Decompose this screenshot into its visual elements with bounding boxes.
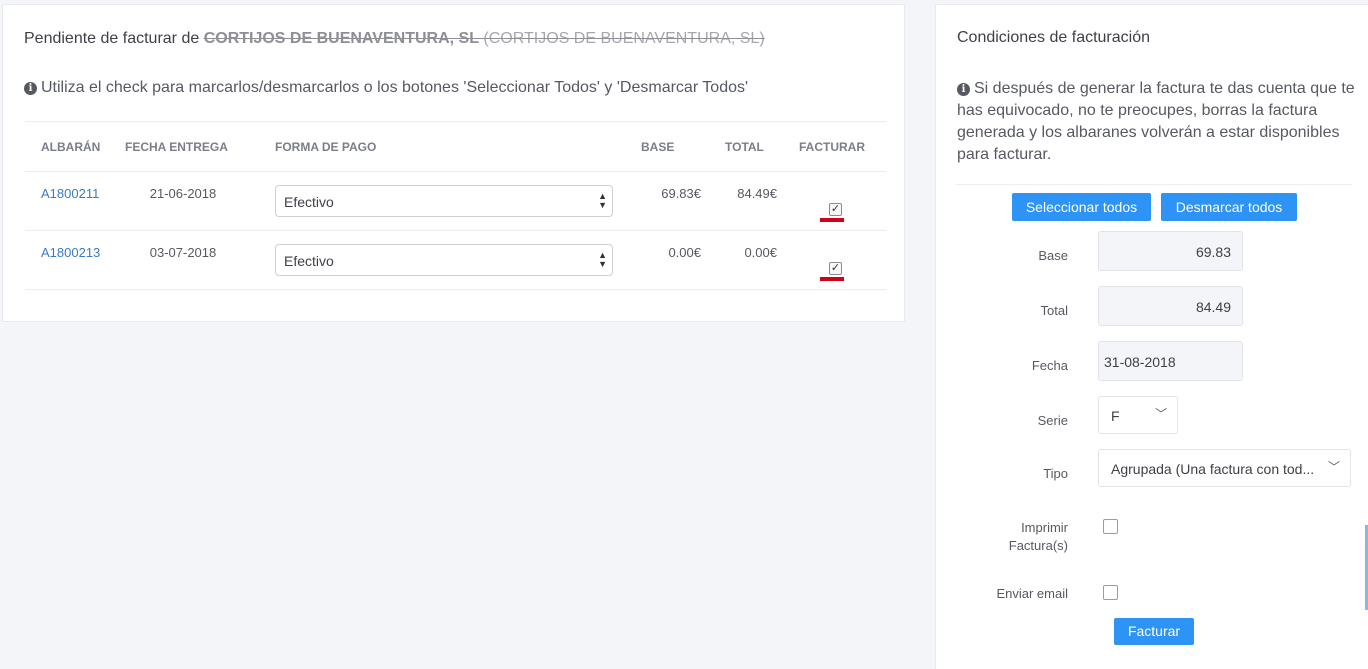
red-underline-marker <box>820 277 844 281</box>
tipo-label: Tipo <box>1043 466 1068 481</box>
table-header-row: ALBARÁN FECHA ENTREGA FORMA DE PAGO BASE… <box>25 121 886 172</box>
base-cell: 69.83€ <box>623 171 701 231</box>
col-albaran: ALBARÁN <box>25 121 125 172</box>
select-arrows-icon: ▲ ▼ <box>598 250 607 269</box>
facturar-button[interactable]: Facturar <box>1114 618 1194 645</box>
customer-bold-name: CORTIJOS DE BUENAVENTURA, SL <box>203 30 479 47</box>
check-icon: ✓ <box>830 262 841 274</box>
fecha-label: Fecha <box>1031 358 1068 373</box>
divider <box>956 184 1352 185</box>
billing-conditions-panel: Condiciones de facturación i Si después d… <box>935 4 1368 669</box>
albaran-cell: A1800213 <box>25 230 125 290</box>
col-forma-pago: FORMA DE PAGO <box>261 121 623 172</box>
email-checkbox[interactable] <box>1103 585 1118 600</box>
customer-paren-name: (CORTIJOS DE BUENAVENTURA, SL) <box>483 30 765 47</box>
info-text: Si después de generar la factura te das … <box>957 80 1355 163</box>
tipo-value: Agrupada (Una factura con tod... <box>1111 461 1315 477</box>
facturar-checkbox-wrap: ✓ <box>820 259 844 281</box>
col-fecha-entrega: FECHA ENTREGA <box>125 121 261 172</box>
payment-method-select[interactable]: Efectivo ▲ ▼ <box>275 244 613 276</box>
tipo-select[interactable]: Agrupada (Una factura con tod... ﹀ <box>1098 449 1351 487</box>
fecha-cell: 21-06-2018 <box>125 171 261 231</box>
col-base: BASE <box>623 121 701 172</box>
facturar-checkbox[interactable]: ✓ <box>829 262 842 275</box>
facturar-checkbox-wrap: ✓ <box>820 200 844 222</box>
col-facturar: FACTURAR <box>779 121 886 172</box>
serie-value: F <box>1111 408 1120 424</box>
imprimir-label-line1: Imprimir <box>1021 520 1068 535</box>
info-message: i Si después de generar la factura te das… <box>957 78 1357 166</box>
base-field: 69.83 <box>1098 231 1243 271</box>
table-row: A1800211 21-06-2018 Efectivo ▲ ▼ 69.83€ 8… <box>25 171 886 231</box>
facturar-cell: ✓ <box>779 171 886 231</box>
albaran-link[interactable]: A1800213 <box>41 245 100 260</box>
chevron-down-icon: ﹀ <box>1327 460 1340 474</box>
info-message: i Utiliza el check para marcarlos/desmarc… <box>24 79 748 97</box>
imprimir-checkbox[interactable] <box>1103 519 1118 534</box>
payment-method-value: Efectivo <box>284 194 334 210</box>
total-field: 84.49 <box>1098 286 1243 326</box>
customer-name: CORTIJOS DE BUENAVENTURA, SL (CORTIJOS D… <box>204 30 765 47</box>
delivery-notes-table: ALBARÁN FECHA ENTREGA FORMA DE PAGO BASE… <box>25 121 886 290</box>
total-label: Total <box>1040 303 1068 318</box>
select-all-button[interactable]: Seleccionar todos <box>1012 193 1151 221</box>
email-label: Enviar email <box>996 586 1068 601</box>
facturar-cell: ✓ <box>779 230 886 290</box>
chevron-down-icon: ﹀ <box>1154 407 1167 421</box>
serie-label: Serie <box>1037 413 1068 428</box>
pending-invoice-panel: Pendiente de facturar de CORTIJOS DE BUE… <box>2 4 905 322</box>
albaran-cell: A1800211 <box>25 171 125 231</box>
albaran-link[interactable]: A1800211 <box>41 186 99 201</box>
panel-title: Pendiente de facturar de CORTIJOS DE BUE… <box>24 30 765 48</box>
forma-cell: Efectivo ▲ ▼ <box>261 171 623 231</box>
base-label: Base <box>1038 248 1068 263</box>
serie-select[interactable]: F ﹀ <box>1098 396 1178 434</box>
fecha-cell: 03-07-2018 <box>125 230 261 290</box>
base-cell: 0.00€ <box>623 230 701 290</box>
check-icon: ✓ <box>830 203 841 215</box>
payment-method-select[interactable]: Efectivo ▲ ▼ <box>275 185 613 217</box>
imprimir-label: Imprimir Factura(s) <box>948 519 1068 555</box>
fecha-field[interactable]: 31-08-2018 <box>1098 341 1243 381</box>
title-prefix: Pendiente de facturar de <box>24 30 200 47</box>
deselect-all-button[interactable]: Desmarcar todos <box>1161 193 1297 221</box>
payment-method-value: Efectivo <box>284 253 334 269</box>
red-underline-marker <box>820 218 844 222</box>
info-circle-icon: i <box>957 83 970 96</box>
info-circle-icon: i <box>24 82 37 95</box>
info-text: Utiliza el check para marcarlos/desmarca… <box>41 79 749 96</box>
total-cell: 0.00€ <box>701 230 779 290</box>
col-total: TOTAL <box>701 121 779 172</box>
total-cell: 84.49€ <box>701 171 779 231</box>
panel-title: Condiciones de facturación <box>957 29 1151 46</box>
imprimir-label-line2: Factura(s) <box>1008 538 1068 553</box>
select-arrows-icon: ▲ ▼ <box>598 191 607 210</box>
facturar-checkbox[interactable]: ✓ <box>829 203 842 216</box>
forma-cell: Efectivo ▲ ▼ <box>261 230 623 290</box>
table-row: A1800213 03-07-2018 Efectivo ▲ ▼ 0.00€ 0.… <box>25 230 886 290</box>
